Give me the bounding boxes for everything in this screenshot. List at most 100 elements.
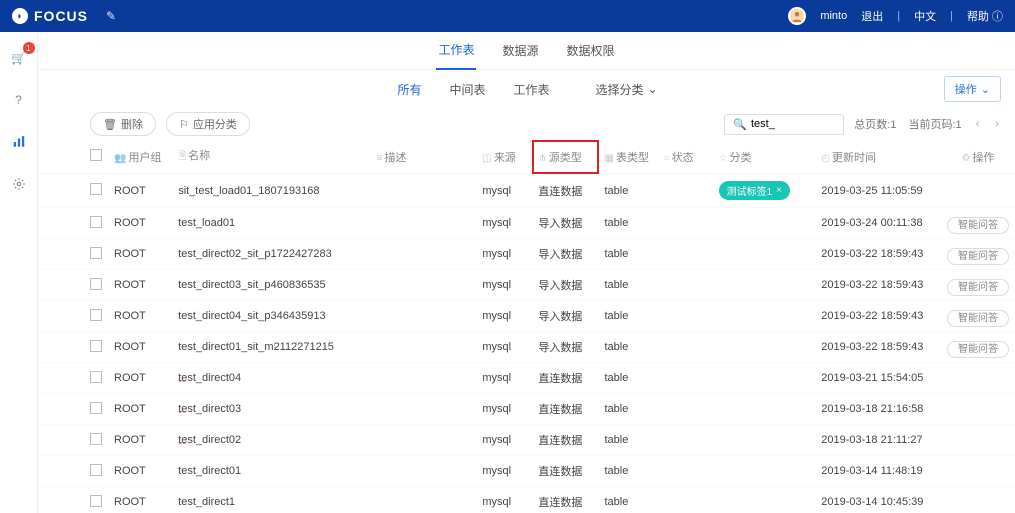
lang-link[interactable]: 中文	[914, 8, 936, 24]
cell-name[interactable]: test_load01	[172, 208, 370, 239]
sidenav-worksheet[interactable]	[7, 130, 31, 154]
row-checkbox[interactable]	[90, 371, 102, 383]
apply-category-button[interactable]: ⚐ 应用分类	[166, 112, 250, 136]
delete-button[interactable]: 🗑 删除	[90, 112, 156, 136]
table-row[interactable]: ROOTtest_direct03〰mysql直连数据table2019-03-…	[38, 394, 1015, 425]
bars-icon	[12, 135, 26, 149]
cell-desc	[371, 239, 477, 270]
subtab-所有[interactable]: 所有	[395, 77, 423, 102]
avatar[interactable]	[788, 7, 806, 25]
cell-name[interactable]: test_direct03〰	[172, 394, 370, 425]
row-checkbox[interactable]	[90, 247, 102, 259]
cell-group: ROOT	[108, 487, 172, 513]
smart-qa-button[interactable]: 智能问答	[947, 310, 1009, 327]
link-icon: ⋔	[538, 153, 546, 164]
table-row[interactable]: ROOTtest_direct03_sit_p460836535mysql导入数…	[38, 270, 1015, 301]
subtab-中间表[interactable]: 中间表	[447, 77, 487, 102]
smart-qa-button[interactable]: 智能问答	[947, 279, 1009, 296]
row-checkbox[interactable]	[90, 402, 102, 414]
cell-name[interactable]: test_direct01	[172, 456, 370, 487]
tab-工作表[interactable]: 工作表	[436, 32, 476, 70]
col-updated[interactable]: 更新时间	[832, 152, 876, 164]
smart-qa-button[interactable]: 智能问答	[947, 248, 1009, 265]
cell-category	[713, 270, 816, 301]
cell-name[interactable]: sit_test_load01_1807193168	[172, 174, 370, 208]
table-row[interactable]: ROOTtest_direct04_sit_p346435913mysql导入数…	[38, 301, 1015, 332]
logo[interactable]: ◗ FOCUS	[12, 8, 88, 24]
col-category[interactable]: 分类	[730, 152, 752, 164]
select-all-checkbox[interactable]	[90, 149, 102, 161]
status-icon: ○	[664, 153, 670, 164]
cell-name[interactable]: test_direct04〰	[172, 363, 370, 394]
table-row[interactable]: ROOTtest_direct01mysql直连数据table2019-03-1…	[38, 456, 1015, 487]
cell-status	[658, 239, 713, 270]
row-checkbox[interactable]	[90, 433, 102, 445]
prev-page[interactable]: ‹	[974, 118, 982, 130]
tabs-primary: 工作表数据源数据权限	[38, 32, 1015, 70]
cell-source: mysql	[476, 208, 532, 239]
close-icon[interactable]: ×	[776, 185, 782, 196]
search-box[interactable]: 🔍	[724, 114, 844, 135]
row-checkbox[interactable]	[90, 183, 102, 195]
cell-source: mysql	[476, 456, 532, 487]
col-source-type[interactable]: 源类型	[549, 152, 582, 164]
col-status[interactable]: 状态	[672, 152, 694, 164]
help-link[interactable]: 帮助 ⓘ	[967, 8, 1003, 24]
table-row[interactable]: ROOTtest_direct04〰mysql直连数据table2019-03-…	[38, 363, 1015, 394]
category-filter[interactable]: 选择分类 ⌄	[595, 81, 657, 98]
operations-button[interactable]: 操作 ⌄	[944, 76, 1001, 102]
cell-status	[658, 394, 713, 425]
cell-name[interactable]: test_direct02〰	[172, 425, 370, 456]
username[interactable]: minto	[820, 10, 847, 22]
cell-source: mysql	[476, 425, 532, 456]
table-row[interactable]: ROOTtest_load01mysql导入数据table2019-03-24 …	[38, 208, 1015, 239]
row-checkbox[interactable]	[90, 309, 102, 321]
table-row[interactable]: ROOTtest_direct02_sit_p1722427283mysql导入…	[38, 239, 1015, 270]
row-checkbox[interactable]	[90, 340, 102, 352]
smart-qa-button[interactable]: 智能问答	[947, 341, 1009, 358]
col-table-type[interactable]: 表类型	[616, 152, 649, 164]
tab-数据源[interactable]: 数据源	[500, 32, 540, 69]
cell-table-type: table	[599, 487, 658, 513]
db-icon: ◫	[482, 153, 491, 164]
cell-source-type: 导入数据	[532, 239, 598, 270]
col-user-group[interactable]: 用户组	[128, 152, 161, 164]
table-row[interactable]: ROOTtest_direct01_sit_m2112271215mysql导入…	[38, 332, 1015, 363]
smart-qa-button[interactable]: 智能问答	[947, 217, 1009, 234]
cell-source: mysql	[476, 270, 532, 301]
col-name[interactable]: 名称	[188, 150, 210, 162]
logout-link[interactable]: 退出	[861, 8, 883, 24]
cell-name[interactable]: test_direct1	[172, 487, 370, 513]
row-checkbox[interactable]	[90, 278, 102, 290]
sidenav-notifications[interactable]: 🛒	[7, 46, 31, 70]
col-desc[interactable]: 描述	[384, 152, 406, 164]
tab-数据权限[interactable]: 数据权限	[565, 32, 617, 69]
next-page[interactable]: ›	[993, 118, 1001, 130]
row-checkbox[interactable]	[90, 464, 102, 476]
table-row[interactable]: ROOTtest_direct1mysql直连数据table2019-03-14…	[38, 487, 1015, 513]
cell-table-type: table	[599, 208, 658, 239]
edit-icon[interactable]: ✎	[106, 9, 116, 23]
category-tag[interactable]: 测试标签1 ×	[719, 181, 790, 200]
cell-status	[658, 487, 713, 513]
search-input[interactable]	[751, 118, 831, 130]
cell-name[interactable]: test_direct04_sit_p346435913	[172, 301, 370, 332]
cell-desc	[371, 208, 477, 239]
sidenav-help[interactable]: ?	[7, 88, 31, 112]
cell-name[interactable]: test_direct01_sit_m2112271215	[172, 332, 370, 363]
col-source[interactable]: 来源	[494, 152, 516, 164]
sidenav-settings[interactable]	[7, 172, 31, 196]
cell-group: ROOT	[108, 332, 172, 363]
row-checkbox[interactable]	[90, 216, 102, 228]
cell-action: 智能问答	[941, 301, 1015, 332]
cell-source-type: 导入数据	[532, 208, 598, 239]
cell-updated: 2019-03-22 18:59:43	[815, 332, 941, 363]
cell-name[interactable]: test_direct02_sit_p1722427283	[172, 239, 370, 270]
table-row[interactable]: ROOTsit_test_load01_1807193168mysql直连数据t…	[38, 174, 1015, 208]
cell-source-type: 直连数据	[532, 456, 598, 487]
cell-desc	[371, 301, 477, 332]
table-row[interactable]: ROOTtest_direct02〰mysql直连数据table2019-03-…	[38, 425, 1015, 456]
subtab-工作表[interactable]: 工作表	[511, 77, 551, 102]
cell-name[interactable]: test_direct03_sit_p460836535	[172, 270, 370, 301]
row-checkbox[interactable]	[90, 495, 102, 507]
